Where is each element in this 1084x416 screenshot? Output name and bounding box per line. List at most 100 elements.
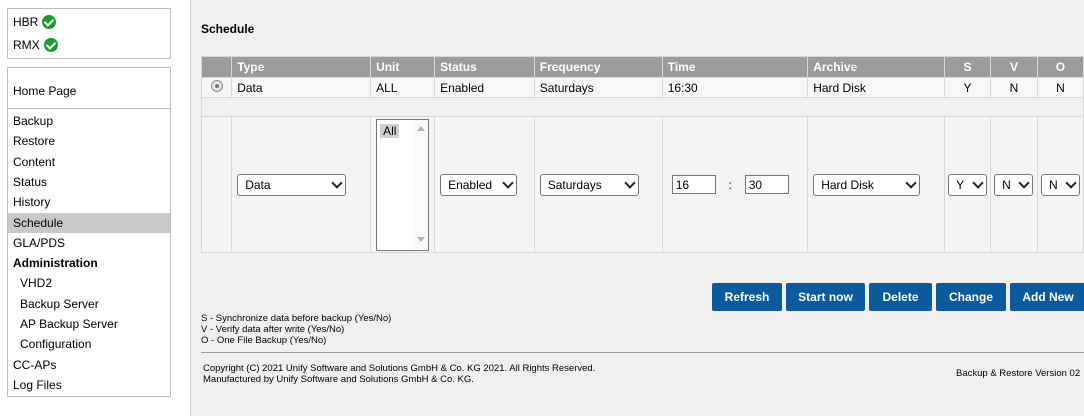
unit-option-all[interactable]: All	[380, 123, 400, 138]
footer-divider	[201, 352, 1084, 353]
col-header-time: Time	[661, 56, 809, 78]
page-title: Schedule	[201, 22, 255, 36]
archive-select[interactable]: Hard Disk	[813, 173, 921, 196]
col-header-s: S	[944, 56, 992, 78]
nav-item-cc-aps[interactable]: CC-APs	[8, 355, 170, 375]
v-select[interactable]: N	[994, 173, 1034, 196]
status-rmx: RMX	[13, 35, 58, 55]
type-select[interactable]: Data	[237, 173, 347, 196]
archive-select-value: Hard Disk	[821, 177, 874, 192]
nav-item-configuration[interactable]: Configuration	[8, 334, 170, 354]
edit-cell-archive: Hard Disk	[807, 116, 946, 253]
legend: S - Synchronize data before backup (Yes/…	[201, 313, 391, 346]
check-icon	[43, 38, 58, 52]
nav-home[interactable]: Home Page	[8, 68, 170, 109]
col-header-select	[200, 56, 233, 78]
table-row[interactable]: Data ALL Enabled Saturdays 16:30 Hard Di…	[200, 77, 1084, 98]
col-header-frequency: Frequency	[533, 56, 663, 78]
frequency-select-value: Saturdays	[547, 177, 602, 192]
copyright-text: Copyright (C) 2021 Unify Software and So…	[203, 363, 596, 374]
chevron-down-icon	[972, 177, 984, 189]
nav-menu: Home Page Backup Restore Content Status …	[7, 67, 171, 397]
cell-frequency: Saturdays	[533, 77, 663, 98]
minute-input[interactable]: 30	[744, 175, 789, 194]
edit-cell-v: N	[990, 116, 1038, 253]
cell-status: Enabled	[434, 77, 535, 98]
chevron-down-icon	[331, 177, 343, 189]
nav-item-restore[interactable]: Restore	[8, 131, 170, 151]
cell-archive: Hard Disk	[807, 77, 946, 98]
col-header-archive: Archive	[807, 56, 946, 78]
schedule-table: Type Unit Status Frequency Time Archive …	[200, 56, 1084, 253]
nav-item-schedule[interactable]: Schedule	[8, 213, 170, 233]
cell-time: 16:30	[661, 77, 809, 98]
chevron-down-icon	[1018, 177, 1030, 189]
add-new-button[interactable]: Add New	[1010, 283, 1084, 311]
status-box: HBR RMX	[7, 8, 171, 59]
row-select-radio[interactable]	[210, 80, 223, 92]
refresh-button[interactable]: Refresh	[712, 283, 782, 311]
cell-s: Y	[944, 77, 992, 98]
start-now-button[interactable]: Start now	[786, 283, 865, 311]
s-select-value: Y	[956, 177, 965, 192]
nav-item-ap-backup-server[interactable]: AP Backup Server	[8, 314, 170, 334]
nav-header-administration: Administration	[13, 256, 98, 270]
edit-cell-o: N	[1036, 116, 1084, 253]
o-select-value: N	[1048, 177, 1058, 192]
chevron-down-icon	[905, 177, 917, 189]
main-content: Schedule Type Unit Status Frequency Time…	[191, 0, 1084, 416]
footer-copyright-block: Copyright (C) 2021 Unify Software and So…	[203, 363, 595, 385]
edit-cell-frequency: Saturdays	[533, 116, 663, 253]
cell-unit: ALL	[370, 77, 436, 98]
nav-item-gla-pds[interactable]: GLA/PDS	[8, 233, 170, 253]
legend-v: V - Verify data after write (Yes/No)	[201, 324, 345, 335]
listbox-scrollbar[interactable]	[414, 119, 429, 250]
cell-type: Data	[231, 77, 372, 98]
v-select-value: N	[1002, 177, 1011, 192]
nav-item-history[interactable]: History	[8, 192, 170, 212]
time-separator: :	[728, 177, 732, 192]
left-panel: HBR RMX Home Page Backup Restore Content…	[0, 0, 191, 416]
frequency-select[interactable]: Saturdays	[539, 173, 639, 196]
edit-cell-status: Enabled	[434, 116, 535, 253]
delete-button[interactable]: Delete	[869, 283, 932, 311]
cell-o: N	[1036, 77, 1084, 98]
change-button[interactable]: Change	[936, 283, 1006, 311]
nav-item-backup[interactable]: Backup	[8, 111, 170, 131]
table-header-row: Type Unit Status Frequency Time Archive …	[200, 56, 1084, 78]
nav-item-log-files[interactable]: Log Files	[8, 375, 170, 395]
status-hbr-label: HBR	[13, 15, 39, 29]
col-header-type: Type	[231, 56, 372, 78]
nav-item-backup-server[interactable]: Backup Server	[8, 294, 170, 314]
check-icon	[42, 15, 57, 29]
edit-cell-empty	[200, 116, 233, 253]
edit-cell-time: 16:30	[661, 116, 809, 253]
nav-item-content[interactable]: Content	[8, 152, 170, 172]
status-rmx-label: RMX	[13, 38, 40, 52]
o-select[interactable]: N	[1040, 173, 1080, 196]
chevron-down-icon	[502, 177, 514, 189]
nav-item-status[interactable]: Status	[8, 172, 170, 192]
legend-s: S - Synchronize data before backup (Yes/…	[201, 313, 392, 324]
col-header-status: Status	[434, 56, 535, 78]
col-header-v: V	[990, 56, 1038, 78]
status-select[interactable]: Enabled	[440, 173, 518, 196]
cell-v: N	[990, 77, 1038, 98]
col-header-unit: Unit	[370, 56, 436, 78]
row-select-cell	[200, 77, 233, 98]
status-hbr: HBR	[13, 12, 57, 32]
unit-listbox[interactable]: All	[376, 118, 430, 251]
scroll-up-icon[interactable]	[417, 125, 426, 131]
nav-item-vhd2[interactable]: VHD2	[8, 273, 170, 293]
chevron-down-icon	[624, 177, 636, 189]
edit-cell-type: Data	[231, 116, 372, 253]
nav-home-label[interactable]: Home Page	[13, 84, 76, 98]
status-select-value: Enabled	[448, 177, 493, 192]
s-select[interactable]: Y	[948, 173, 988, 196]
scroll-down-icon[interactable]	[417, 236, 426, 242]
spacer-cell	[201, 97, 1084, 117]
hour-input[interactable]: 16	[671, 175, 716, 194]
manufacturer-text: Manufactured by Unify Software and Solut…	[203, 374, 474, 385]
legend-o: O - One File Backup (Yes/No)	[201, 335, 327, 346]
chevron-down-icon	[1065, 177, 1077, 189]
